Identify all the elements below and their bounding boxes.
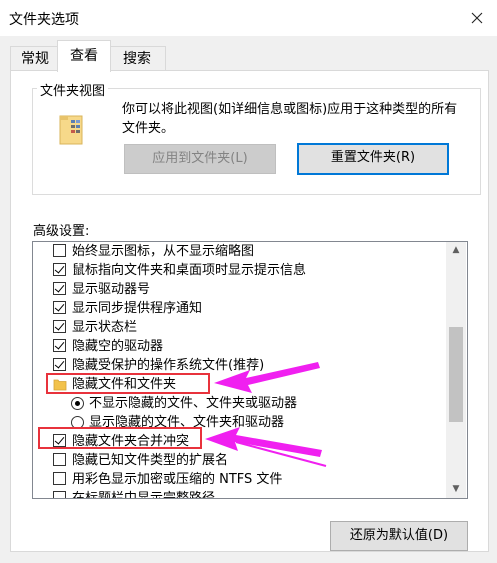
checkbox[interactable] — [53, 301, 66, 314]
checkbox[interactable] — [53, 282, 66, 295]
checkbox[interactable] — [53, 244, 66, 257]
checkbox[interactable] — [53, 453, 66, 466]
close-icon — [471, 12, 483, 24]
annotation-box — [38, 427, 202, 449]
scroll-up-icon[interactable]: ▲ — [446, 242, 466, 259]
reset-folders-button[interactable]: 重置文件夹(R) — [297, 143, 449, 175]
folder-view-description: 你可以将此视图(如详细信息或图标)应用于这种类型的所有文件夹。 — [122, 102, 458, 136]
checkbox[interactable] — [53, 472, 66, 485]
checkbox[interactable] — [53, 339, 66, 352]
scrollbar[interactable]: ▲ ▼ — [446, 242, 466, 498]
annotation-box — [46, 373, 210, 394]
scrollbar-thumb[interactable] — [449, 327, 463, 422]
advanced-settings-list[interactable]: 始终显示图标，从不显示缩略图 鼠标指向文件夹和桌面项时显示提示信息 显示驱动器号… — [32, 241, 468, 499]
restore-defaults-button[interactable]: 还原为默认值(D) — [330, 521, 468, 551]
checkbox[interactable] — [53, 491, 66, 498]
folder-view-legend: 文件夹视图 — [37, 80, 109, 99]
close-button[interactable] — [457, 0, 497, 36]
folder-icon — [59, 115, 83, 145]
title-bar: 文件夹选项 — [0, 0, 497, 36]
window-title: 文件夹选项 — [9, 12, 79, 28]
checkbox[interactable] — [53, 263, 66, 276]
radio-button[interactable] — [71, 397, 84, 410]
scroll-down-icon[interactable]: ▼ — [446, 481, 466, 498]
tab-search[interactable]: 搜索 — [108, 46, 166, 71]
tab-view[interactable]: 查看 — [57, 40, 111, 72]
checkbox[interactable] — [53, 320, 66, 333]
tab-general[interactable]: 常规 — [10, 46, 60, 71]
apply-to-folders-button[interactable]: 应用到文件夹(L) — [124, 144, 276, 174]
advanced-settings-label: 高级设置: — [33, 224, 90, 239]
checkbox[interactable] — [53, 358, 66, 371]
